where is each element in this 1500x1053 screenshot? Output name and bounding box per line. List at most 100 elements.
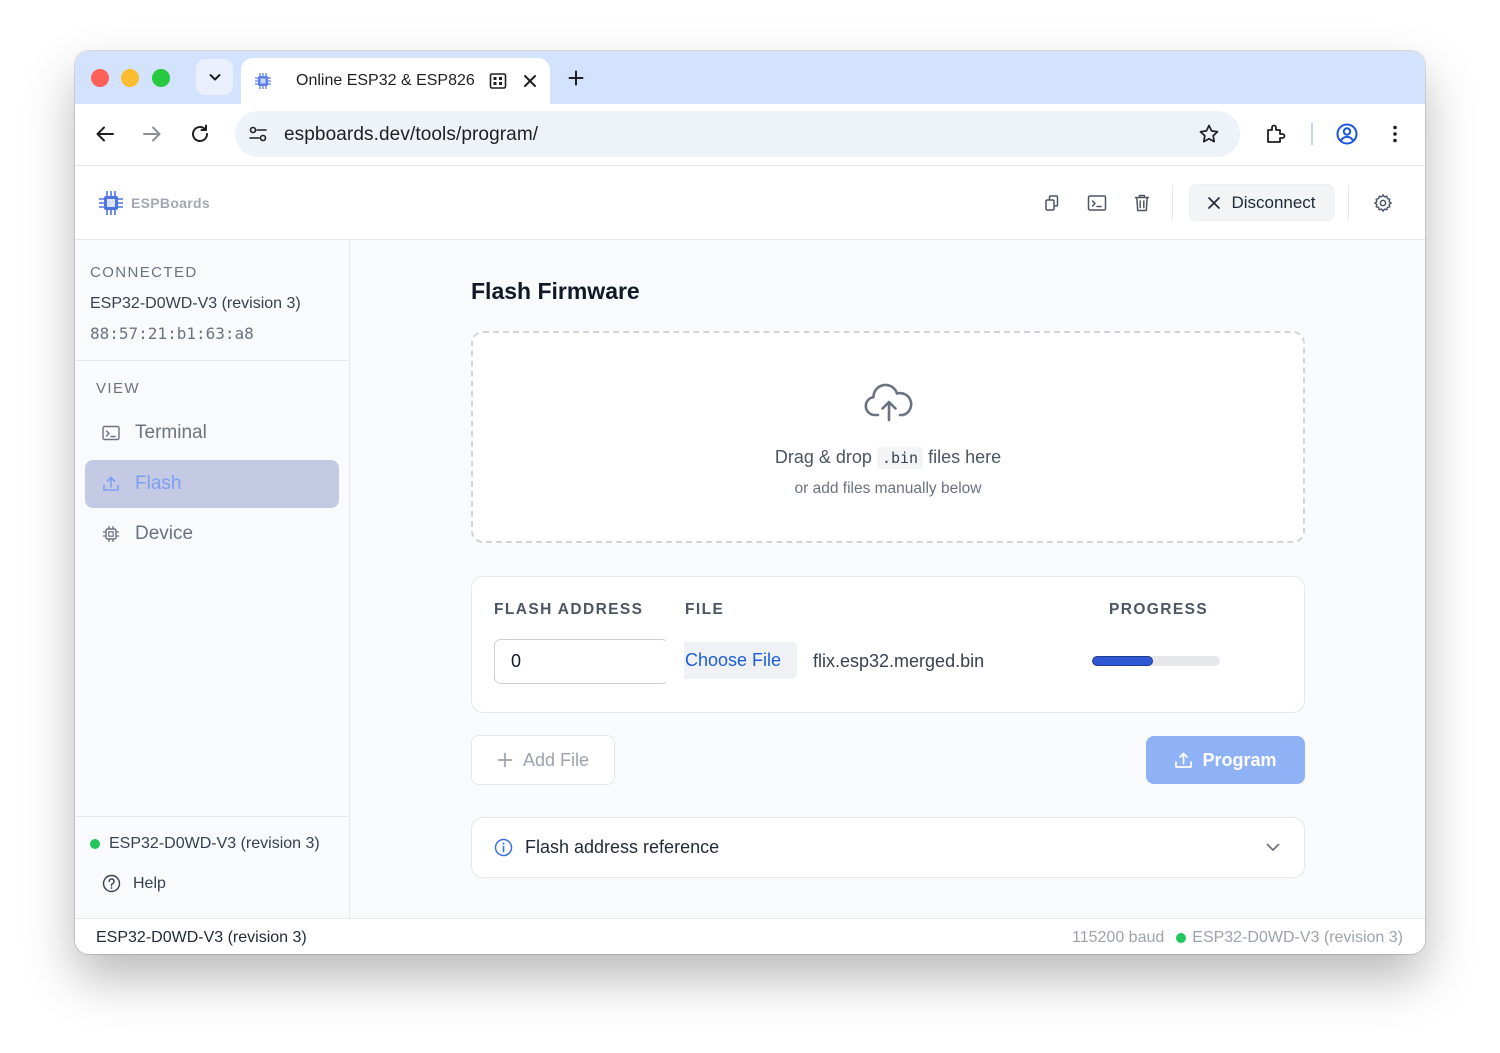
statusbar-device-name: ESP32-D0WD-V3 (revision 3) bbox=[96, 929, 307, 946]
mac-address: 88:57:21:b1:63:a8 bbox=[90, 324, 254, 343]
trash-icon bbox=[1135, 194, 1149, 212]
close-tab-icon[interactable] bbox=[521, 72, 538, 90]
upload-icon bbox=[101, 474, 121, 494]
logo-text: ESPBoards bbox=[131, 195, 210, 211]
console-button[interactable] bbox=[1086, 192, 1108, 214]
maximize-window-button[interactable] bbox=[152, 69, 170, 87]
sidebar-item-label: Device bbox=[135, 523, 194, 544]
header-divider bbox=[1348, 185, 1349, 219]
main-content: Flash Firmware Drag & drop .bin files he… bbox=[350, 240, 1425, 918]
sidebar-item-device[interactable]: Device bbox=[85, 510, 339, 558]
column-header-progress: PROGRESS bbox=[1109, 601, 1209, 618]
upload-icon bbox=[1174, 751, 1193, 770]
help-label: Help bbox=[133, 874, 166, 892]
gear-icon bbox=[1374, 194, 1392, 212]
statusbar-connection-info: 115200 baud ESP32-D0WD-V3 (revision 3) bbox=[1072, 929, 1403, 947]
cloud-upload-icon bbox=[864, 383, 913, 422]
tab-title: Online ESP32 & ESP8266 bbox=[296, 72, 476, 89]
sidebar-item-label: Terminal bbox=[135, 422, 207, 443]
chip-logo-icon bbox=[99, 191, 123, 215]
espboards-logo[interactable]: ESPBoards bbox=[97, 189, 210, 217]
tab-grid-icon[interactable] bbox=[489, 72, 507, 90]
sidebar: CONNECTED ESP32-D0WD-V3 (revision 3) 88:… bbox=[75, 240, 350, 918]
add-file-label: Add File bbox=[522, 749, 590, 770]
site-settings-icon[interactable] bbox=[247, 123, 269, 145]
clear-button[interactable] bbox=[1131, 192, 1153, 214]
chip-icon bbox=[101, 524, 121, 544]
toolbar-divider bbox=[1311, 123, 1313, 145]
sidebar-item-flash[interactable]: Flash bbox=[85, 460, 339, 508]
copy-button[interactable] bbox=[1041, 192, 1063, 214]
puzzle-icon bbox=[1267, 124, 1286, 143]
info-icon bbox=[494, 838, 513, 857]
connection-status: ESP32-D0WD-V3 (revision 3) bbox=[90, 835, 320, 853]
settings-button[interactable] bbox=[1372, 192, 1394, 214]
flash-progress-fill bbox=[1092, 656, 1154, 666]
tab-search-button[interactable] bbox=[196, 59, 233, 95]
reload-button[interactable] bbox=[186, 120, 214, 148]
chip-favicon-icon bbox=[253, 71, 273, 91]
copy-icon bbox=[1045, 195, 1059, 211]
sidebar-divider bbox=[75, 360, 350, 361]
program-button[interactable]: Program bbox=[1146, 736, 1305, 784]
arrow-left-icon bbox=[96, 126, 114, 142]
plus-icon bbox=[568, 70, 584, 86]
flash-files-table: FLASH ADDRESS FILE PROGRESS Choose File … bbox=[471, 576, 1305, 713]
view-label: VIEW bbox=[96, 380, 140, 397]
minimize-window-button[interactable] bbox=[121, 69, 139, 87]
back-button[interactable] bbox=[91, 120, 119, 148]
flash-address-input[interactable] bbox=[494, 639, 669, 684]
choose-file-button[interactable]: Choose File bbox=[679, 642, 797, 679]
statusbar-connected-device: ESP32-D0WD-V3 (revision 3) bbox=[1192, 929, 1403, 946]
new-tab-button[interactable] bbox=[564, 66, 588, 90]
reference-label: Flash address reference bbox=[525, 837, 720, 857]
file-dropzone[interactable]: Drag & drop .bin files here or add files… bbox=[471, 331, 1305, 543]
flash-address-reference-toggle[interactable]: Flash address reference bbox=[471, 817, 1305, 878]
status-bar: ESP32-D0WD-V3 (revision 3) 115200 baud E… bbox=[75, 918, 1425, 954]
address-bar[interactable]: espboards.dev/tools/program/ bbox=[235, 111, 1240, 157]
terminal-icon bbox=[101, 423, 121, 443]
plus-icon bbox=[497, 752, 513, 768]
dropzone-instructions: Drag & drop .bin files here bbox=[473, 447, 1303, 469]
selected-file-name: flix.esp32.merged.bin bbox=[813, 651, 985, 671]
chevron-down-icon bbox=[209, 74, 220, 81]
browser-menu-button[interactable] bbox=[1381, 120, 1409, 148]
sidebar-divider bbox=[75, 816, 350, 817]
help-link[interactable]: Help bbox=[102, 874, 166, 893]
help-circle-icon bbox=[102, 874, 121, 893]
add-file-button[interactable]: Add File bbox=[471, 735, 615, 785]
bookmark-star-icon[interactable] bbox=[1198, 123, 1220, 145]
app-header: ESPBoards Disconnect bbox=[75, 166, 1425, 240]
dropzone-text-before: Drag & drop bbox=[774, 447, 872, 467]
dropzone-subtext: or add files manually below bbox=[794, 480, 982, 497]
disconnect-button[interactable]: Disconnect bbox=[1189, 184, 1334, 221]
status-dot bbox=[1176, 933, 1187, 943]
browser-tab[interactable]: Online ESP32 & ESP8266 bbox=[241, 58, 550, 104]
terminal-icon bbox=[1087, 195, 1107, 211]
baud-rate: 115200 baud bbox=[1072, 929, 1165, 946]
more-vertical-icon bbox=[1393, 125, 1397, 143]
profile-button[interactable] bbox=[1333, 120, 1361, 148]
chevron-down-icon bbox=[1264, 838, 1282, 856]
close-window-button[interactable] bbox=[91, 69, 109, 87]
sidebar-item-terminal[interactable]: Terminal bbox=[85, 409, 339, 457]
header-divider bbox=[1172, 185, 1173, 219]
extensions-button[interactable] bbox=[1262, 120, 1290, 148]
page-title: Flash Firmware bbox=[471, 278, 640, 304]
close-icon bbox=[1207, 196, 1221, 210]
file-input-edge bbox=[666, 637, 684, 685]
browser-toolbar: espboards.dev/tools/program/ bbox=[75, 104, 1425, 166]
reload-icon bbox=[192, 124, 208, 142]
program-label: Program bbox=[1202, 749, 1277, 770]
status-device-name: ESP32-D0WD-V3 (revision 3) bbox=[109, 835, 320, 852]
arrow-right-icon bbox=[143, 126, 161, 142]
dropzone-text-after: files here bbox=[928, 447, 1002, 467]
flash-progress-bar bbox=[1092, 656, 1220, 666]
column-header-file: FILE bbox=[685, 601, 725, 618]
forward-button[interactable] bbox=[138, 120, 166, 148]
url-text: espboards.dev/tools/program/ bbox=[284, 124, 539, 145]
column-header-address: FLASH ADDRESS bbox=[494, 601, 644, 618]
sidebar-item-label: Flash bbox=[135, 473, 182, 494]
status-dot bbox=[90, 839, 100, 849]
browser-window: Online ESP32 & ESP8266 espboards.dev/too… bbox=[75, 51, 1425, 954]
